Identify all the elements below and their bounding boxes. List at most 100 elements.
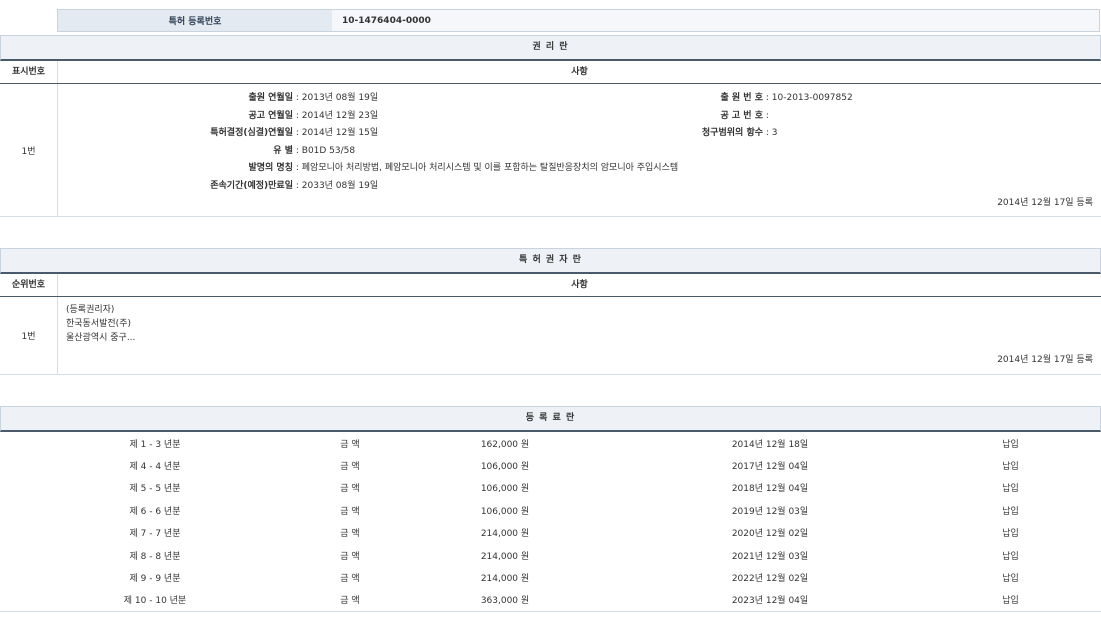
fee-period: 제 9 - 9 년분 xyxy=(0,566,310,588)
fee-amount: 106,000 원 xyxy=(390,477,620,499)
fee-status: 납입 xyxy=(920,499,1101,521)
patentee-col-num-label: 순위번호 xyxy=(0,274,58,296)
fee-amount-label: 금 액 xyxy=(310,566,390,588)
field-decision-date: 특허결정(심결)연월일 : 2014년 12월 15일 xyxy=(118,126,378,140)
patentee-section-title: 특 허 권 자 란 xyxy=(0,248,1101,274)
patentee-col-content-label: 사항 xyxy=(58,274,1101,296)
field-key: 유 별 xyxy=(118,144,293,158)
fee-status: 납입 xyxy=(920,454,1101,476)
field-invention-title: 발명의 명칭 : 폐암모니아 처리방법, 폐암모니아 처리시스템 및 이를 포함… xyxy=(118,161,678,175)
field-key: 발명의 명칭 xyxy=(118,161,293,175)
patentee-info: (등록권리자) 한국동서발전(주) 울산광역시 중구... xyxy=(66,303,135,345)
patentee-registered-date: 2014년 12월 17일 등록 xyxy=(997,352,1093,365)
fee-amount: 214,000 원 xyxy=(390,544,620,566)
fee-amount: 363,000 원 xyxy=(390,589,620,612)
rights-row-content: 출원 연월일 : 2013년 08월 19일 공고 연월일 : 2014년 12… xyxy=(58,84,1101,216)
fee-amount-label: 금 액 xyxy=(310,499,390,521)
field-key: 공 고 번 호 xyxy=(618,109,763,123)
field-publication-number: 공 고 번 호 : xyxy=(618,109,769,123)
field-value: 2033년 08월 19일 xyxy=(302,181,378,191)
patentee-row-content: (등록권리자) 한국동서발전(주) 울산광역시 중구... 2014년 12월 … xyxy=(58,297,1101,374)
patentee-section: 특 허 권 자 란 순위번호 사항 1번 (등록권리자) 한국동서발전(주) 울… xyxy=(0,248,1101,375)
fee-paid-date: 2019년 12월 03일 xyxy=(620,499,920,521)
fee-paid-date: 2021년 12월 03일 xyxy=(620,544,920,566)
fee-period: 제 7 - 7 년분 xyxy=(0,522,310,544)
rights-section-title: 권 리 란 xyxy=(0,35,1101,61)
fee-status: 납입 xyxy=(920,589,1101,612)
field-value: 2014년 12월 15일 xyxy=(302,128,378,138)
patentee-address: 울산광역시 중구... xyxy=(66,331,135,345)
registration-number-row: 특허 등록번호 10-1476404-0000 xyxy=(57,9,1100,32)
fee-amount: 106,000 원 xyxy=(390,499,620,521)
fee-status: 납입 xyxy=(920,522,1101,544)
field-value: B01D 53/58 xyxy=(302,146,355,156)
field-key: 출원 연월일 xyxy=(118,91,293,105)
field-key: 청구범위의 항수 xyxy=(618,126,763,140)
fee-row: 제 5 - 5 년분금 액106,000 원2018년 12월 04일납입 xyxy=(0,477,1101,499)
fee-section-title: 등 록 료 란 xyxy=(0,406,1101,432)
fee-paid-date: 2023년 12월 04일 xyxy=(620,589,920,612)
field-value: 2014년 12월 23일 xyxy=(302,111,378,121)
fee-amount: 214,000 원 xyxy=(390,566,620,588)
field-claims-count: 청구범위의 항수 : 3 xyxy=(618,126,778,140)
fee-row: 제 6 - 6 년분금 액106,000 원2019년 12월 03일납입 xyxy=(0,499,1101,521)
fee-paid-date: 2017년 12월 04일 xyxy=(620,454,920,476)
patentee-column-header: 순위번호 사항 xyxy=(0,274,1101,297)
fee-amount-label: 금 액 xyxy=(310,522,390,544)
fee-amount-label: 금 액 xyxy=(310,544,390,566)
rights-col-num-label: 표시번호 xyxy=(0,61,58,83)
fee-amount: 106,000 원 xyxy=(390,454,620,476)
patentee-role: (등록권리자) xyxy=(66,303,135,317)
fee-paid-date: 2014년 12월 18일 xyxy=(620,432,920,454)
field-classification: 유 별 : B01D 53/58 xyxy=(118,144,355,158)
field-application-date: 출원 연월일 : 2013년 08월 19일 xyxy=(118,91,378,105)
registration-number-value: 10-1476404-0000 xyxy=(332,10,1100,32)
fee-amount: 162,000 원 xyxy=(390,432,620,454)
fee-row: 제 10 - 10 년분금 액363,000 원2023년 12월 04일납입 xyxy=(0,589,1101,612)
rights-section: 권 리 란 표시번호 사항 1번 출원 연월일 : 2013년 08월 19일 … xyxy=(0,35,1101,217)
fee-row: 제 1 - 3 년분금 액162,000 원2014년 12월 18일납입 xyxy=(0,432,1101,454)
fee-amount-label: 금 액 xyxy=(310,477,390,499)
fee-period: 제 6 - 6 년분 xyxy=(0,499,310,521)
field-publication-date: 공고 연월일 : 2014년 12월 23일 xyxy=(118,109,378,123)
rights-col-content-label: 사항 xyxy=(58,61,1101,83)
fee-row: 제 9 - 9 년분금 액214,000 원2022년 12월 02일납입 xyxy=(0,566,1101,588)
field-key: 출 원 번 호 xyxy=(618,91,763,105)
fee-amount-label: 금 액 xyxy=(310,432,390,454)
fee-status: 납입 xyxy=(920,432,1101,454)
patentee-name: 한국동서발전(주) xyxy=(66,317,135,331)
fee-status: 납입 xyxy=(920,477,1101,499)
field-key: 공고 연월일 xyxy=(118,109,293,123)
patentee-row-num: 1번 xyxy=(0,297,58,374)
fee-status: 납입 xyxy=(920,566,1101,588)
rights-column-header: 표시번호 사항 xyxy=(0,61,1101,84)
rights-row: 1번 출원 연월일 : 2013년 08월 19일 공고 연월일 : 2014년… xyxy=(0,84,1101,217)
field-application-number: 출 원 번 호 : 10-2013-0097852 xyxy=(618,91,853,105)
fee-row: 제 7 - 7 년분금 액214,000 원2020년 12월 02일납입 xyxy=(0,522,1101,544)
fee-amount-label: 금 액 xyxy=(310,589,390,612)
fee-period: 제 8 - 8 년분 xyxy=(0,544,310,566)
rights-registered-date: 2014년 12월 17일 등록 xyxy=(997,195,1093,208)
fee-period: 제 5 - 5 년분 xyxy=(0,477,310,499)
fee-row: 제 4 - 4 년분금 액106,000 원2017년 12월 04일납입 xyxy=(0,454,1101,476)
field-value: 폐암모니아 처리방법, 폐암모니아 처리시스템 및 이를 포함하는 탈질반응장치… xyxy=(302,163,678,173)
field-value: 10-2013-0097852 xyxy=(772,93,853,103)
registration-number-label: 특허 등록번호 xyxy=(58,10,333,32)
patentee-row: 1번 (등록권리자) 한국동서발전(주) 울산광역시 중구... 2014년 1… xyxy=(0,297,1101,375)
rights-row-num: 1번 xyxy=(0,84,58,216)
field-expiry-date: 존속기간(예정)만료일 : 2033년 08월 19일 xyxy=(118,179,378,193)
fee-paid-date: 2020년 12월 02일 xyxy=(620,522,920,544)
field-value: 3 xyxy=(772,128,778,138)
field-value: 2013년 08월 19일 xyxy=(302,93,378,103)
fee-paid-date: 2018년 12월 04일 xyxy=(620,477,920,499)
fee-table: 제 1 - 3 년분금 액162,000 원2014년 12월 18일납입제 4… xyxy=(0,432,1101,612)
fee-period: 제 1 - 3 년분 xyxy=(0,432,310,454)
field-key: 존속기간(예정)만료일 xyxy=(118,179,293,193)
fee-amount: 214,000 원 xyxy=(390,522,620,544)
fee-status: 납입 xyxy=(920,544,1101,566)
fee-amount-label: 금 액 xyxy=(310,454,390,476)
fee-paid-date: 2022년 12월 02일 xyxy=(620,566,920,588)
patent-register-page: 특허 등록번호 10-1476404-0000 권 리 란 표시번호 사항 1번… xyxy=(0,0,1101,618)
fee-row: 제 8 - 8 년분금 액214,000 원2021년 12월 03일납입 xyxy=(0,544,1101,566)
fee-period: 제 4 - 4 년분 xyxy=(0,454,310,476)
